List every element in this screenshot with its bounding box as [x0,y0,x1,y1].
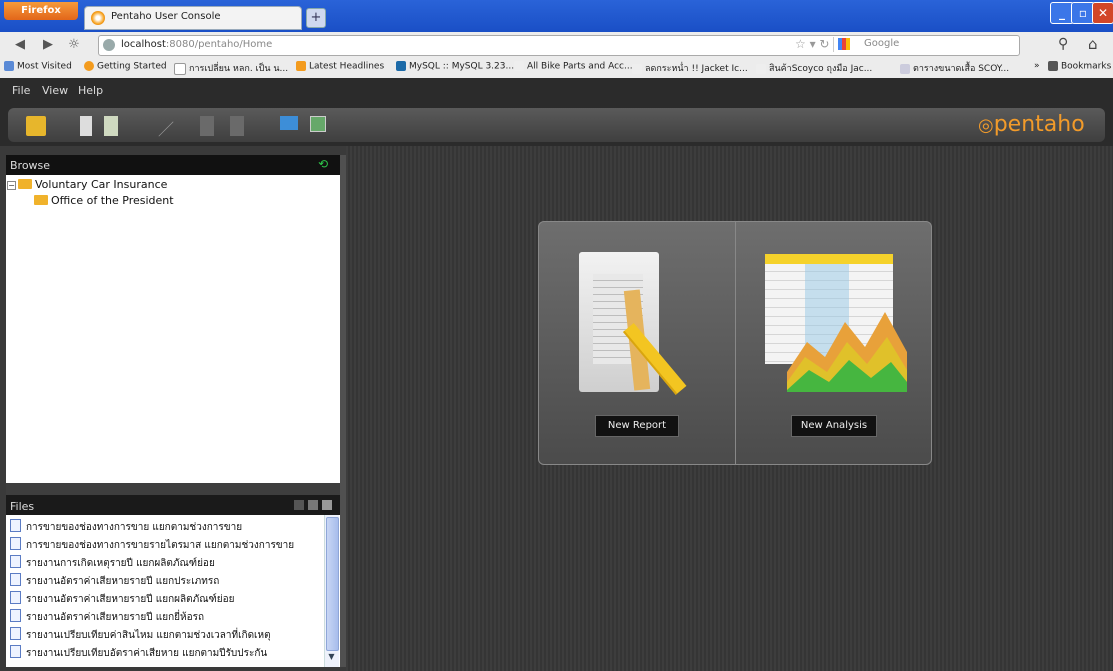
bookmark-most-visited[interactable]: Most Visited [4,61,72,72]
tab-title: Pentaho User Console [111,11,221,22]
new-report-button[interactable]: New Report [595,415,679,437]
file-item[interactable]: รายงานเปรียบเทียบค่าสินไหม แยกตามช่วงเวล… [10,627,271,643]
file-icon [10,609,21,622]
file-icon [10,573,21,586]
new-tab-button[interactable]: + [306,8,326,28]
google-icon [838,38,850,50]
file-item[interactable]: รายงานการเกิดเหตุรายปี แยกผลิตภัณฑ์ย่อย [10,555,215,571]
file-action-icon[interactable] [308,500,318,510]
file-item[interactable]: การขายของช่องทางการขาย แยกตามช่วงการขาย [10,519,242,535]
site-icon [103,39,115,51]
home-icon[interactable]: ⌂ [1088,35,1098,53]
bookmark-mysql[interactable]: MySQL :: MySQL 3.23... [396,61,514,72]
pentaho-toolbar: ／ ◎pentaho [0,104,1113,146]
files-list: การขายของช่องทางการขาย แยกตามช่วงการขาย … [6,515,340,667]
browser-tab[interactable]: Pentaho User Console [84,6,302,30]
most-visited-icon [4,61,14,71]
browse-tree: − Voluntary Car Insurance Office of the … [6,175,340,483]
bookmark-jacket[interactable]: ลดกระหน่ำ !! Jacket Ic... [632,61,748,75]
firefox-menu-button[interactable]: Firefox [4,2,78,20]
identity-icon[interactable]: ☼ [64,35,84,55]
bookmark-scoyco[interactable]: สินค้าScoyco ถุงมือ Jac... [756,61,872,75]
pentaho-logo: ◎pentaho [978,112,1085,137]
file-item[interactable]: การขายของช่องทางการขายรายไตรมาส แยกตามช่… [10,537,294,553]
url-text: localhost:8080/pentaho/Home [121,39,273,50]
file-item[interactable]: รายงานอัตราค่าเสียหายรายปี แยกประเภทรถ [10,573,219,589]
back-icon[interactable]: ◀ [10,35,30,55]
page-icon [174,62,186,75]
toolbar-strip: ／ ◎pentaho [8,108,1105,142]
properties-icon[interactable] [230,116,244,136]
file-icon [10,591,21,604]
files-panel-header: Files [6,495,340,515]
file-item[interactable]: รายงานอัตราค่าเสียหายรายปี แยกยี่ห้อรถ [10,609,204,625]
navigation-bar: ◀ ▶ ☼ localhost:8080/pentaho/Home ☆ ▾ ↻ … [0,32,1113,59]
rss-icon [296,61,306,71]
page-icon [756,63,766,74]
firefox-icon [84,61,94,71]
workspace-icon[interactable] [280,116,298,130]
page-icon [514,61,524,71]
new-analysis-button[interactable]: New Analysis [791,415,877,437]
page-icon [632,63,642,74]
file-item[interactable]: รายงานเปรียบเทียบอัตราค่าเสียหาย แยกตามป… [10,645,267,661]
scheduler-icon[interactable] [310,116,326,132]
menu-file[interactable]: File [12,84,30,97]
launch-panel: New Report New Analysis [538,221,932,465]
bookmarks-menu[interactable]: Bookmarks [1048,61,1111,72]
files-title: Files [10,500,35,513]
pentaho-menubar: File View Help [0,78,1113,104]
tree-node-voluntary-car-insurance[interactable]: Voluntary Car Insurance [18,178,167,191]
forward-icon[interactable]: ▶ [38,35,58,55]
url-bar[interactable]: localhost:8080/pentaho/Home ☆ ▾ ↻ Google [98,35,1020,56]
browse-title: Browse [10,159,51,172]
file-icon [10,537,21,550]
bookmark-item[interactable]: การเปลี่ยน หลก. เป็น น... [174,61,288,75]
menu-help[interactable]: Help [78,84,103,97]
mysql-icon [396,61,406,71]
bookmarks-icon [1048,61,1058,71]
file-icon [10,645,21,658]
folder-icon [34,195,48,205]
print-icon[interactable] [200,116,214,136]
bookmarks-toolbar: Most Visited Getting Started การเปลี่ยน … [0,58,1113,79]
menu-view[interactable]: View [42,84,68,97]
bookmark-star-icon[interactable]: ☆ ▾ ↻ [795,37,829,51]
bookmark-size-chart[interactable]: ตารางขนาดเสื้อ SCOY... [900,61,1009,75]
collapse-icon[interactable]: − [7,181,16,190]
file-icon [10,627,21,640]
bookmarks-overflow[interactable]: » [1034,61,1040,71]
horizontal-splitter[interactable] [6,483,340,495]
browser-titlebar: Firefox Pentaho User Console + _ ▫ ✕ [0,0,1113,32]
refresh-icon[interactable]: ⟲ [318,157,328,171]
browse-panel-header: Browse ⟲ [6,155,340,175]
files-scrollbar[interactable]: ▼ [324,515,339,667]
pentaho-favicon-icon [91,11,105,25]
close-window-button[interactable]: ✕ [1092,2,1113,24]
edit-icon[interactable]: ／ [158,116,178,139]
open-folder-icon[interactable] [26,116,46,136]
search-icon[interactable]: ⚲ [1058,36,1068,52]
bookmark-bike-parts[interactable]: All Bike Parts and Acc... [514,61,633,72]
bookmark-getting-started[interactable]: Getting Started [84,61,167,72]
tree-node-office-of-the-president[interactable]: Office of the President [34,194,174,207]
page-icon [900,63,910,74]
file-item[interactable]: รายงานอัตราค่าเสียหายรายปี แยกผลิตภัณฑ์ย… [10,591,235,607]
new-analysis-icon[interactable] [104,116,118,136]
folder-icon [18,179,32,189]
file-icon [10,555,21,568]
analysis-header-shape [765,254,893,264]
new-report-icon[interactable] [80,116,92,136]
file-action-icon[interactable] [322,500,332,510]
file-action-icon[interactable] [294,500,304,510]
scroll-thumb[interactable] [326,517,339,651]
scroll-down-icon[interactable]: ▼ [326,651,337,663]
file-icon [10,519,21,532]
analysis-chart-shape [787,312,907,392]
search-engine-label: Google [864,38,900,49]
new-analysis-illustration-icon[interactable] [539,222,931,412]
bookmark-latest-headlines[interactable]: Latest Headlines [296,61,384,72]
search-box[interactable]: Google [833,37,1018,52]
